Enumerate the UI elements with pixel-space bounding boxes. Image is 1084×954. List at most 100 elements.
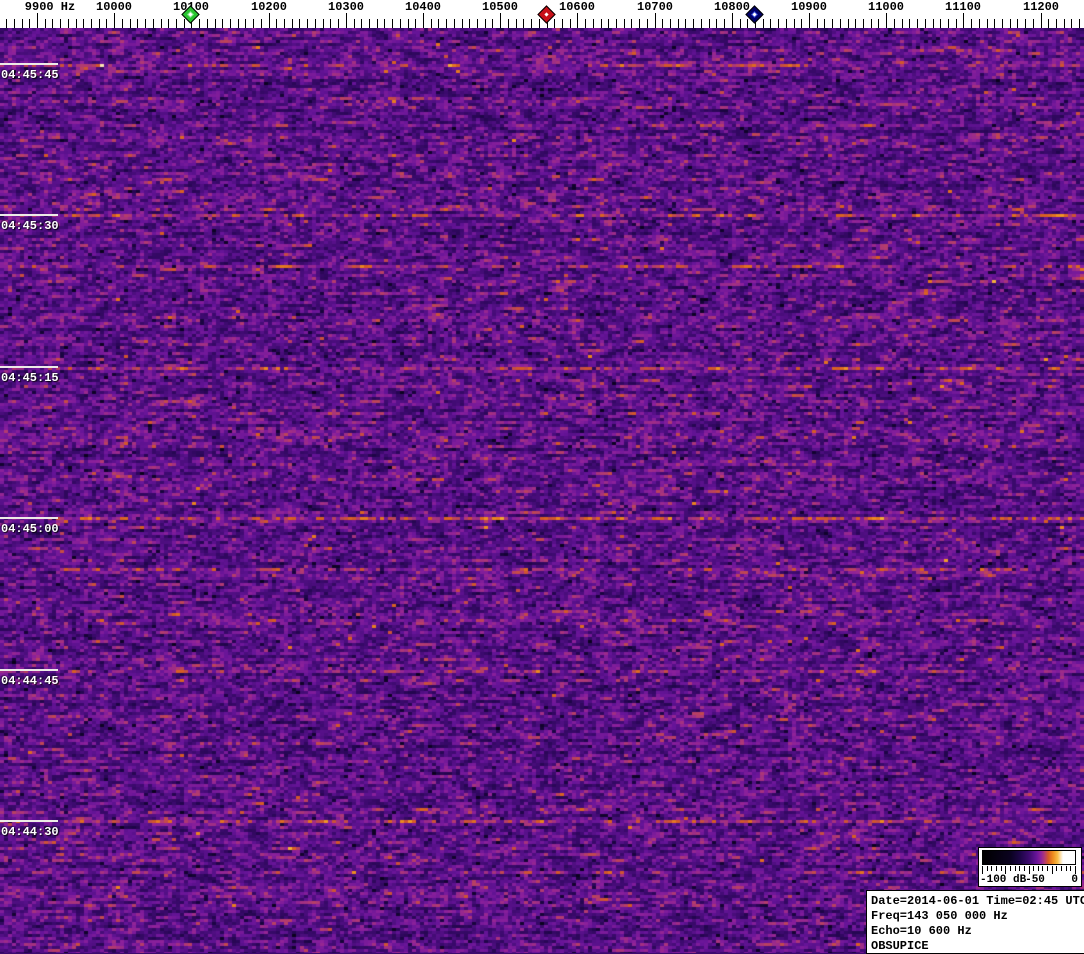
freq-minor-tick <box>763 19 764 28</box>
freq-minor-tick <box>716 19 717 28</box>
info-line-station: OBSUPICE <box>871 939 929 953</box>
freq-minor-tick <box>122 19 123 28</box>
freq-minor-tick <box>261 19 262 28</box>
freq-minor-tick <box>137 19 138 28</box>
legend-tick <box>1075 866 1076 874</box>
freq-major-tick <box>423 13 424 28</box>
freq-minor-tick <box>176 19 177 28</box>
freq-minor-tick <box>68 19 69 28</box>
freq-minor-tick <box>45 19 46 28</box>
time-gridline <box>0 517 58 519</box>
info-line-echo: Echo=10 600 Hz <box>871 924 972 938</box>
freq-minor-tick <box>276 19 277 28</box>
freq-minor-tick <box>469 19 470 28</box>
freq-minor-tick <box>130 19 131 28</box>
legend-tick <box>1010 866 1011 871</box>
legend-tick <box>1001 866 1002 871</box>
freq-major-tick <box>114 13 115 28</box>
spectrogram-waterfall-app: { "chart_data": { "type": "heatmap", "su… <box>0 0 1084 954</box>
freq-minor-tick <box>145 19 146 28</box>
red-diamond-marker[interactable] <box>537 5 556 24</box>
freq-tick-label: 10700 <box>636 0 674 14</box>
freq-minor-tick <box>299 19 300 28</box>
freq-minor-tick <box>462 19 463 28</box>
freq-tick-label: 10200 <box>250 0 288 14</box>
freq-minor-tick <box>477 19 478 28</box>
freq-major-tick <box>809 13 810 28</box>
legend-tick <box>1038 866 1039 871</box>
legend-label-mid-db: -50 <box>1025 874 1045 886</box>
freq-major-tick <box>963 13 964 28</box>
freq-minor-tick <box>361 19 362 28</box>
freq-minor-tick <box>1025 19 1026 28</box>
freq-tick-label: 10000 <box>95 0 133 14</box>
freq-tick-label: 11100 <box>944 0 982 14</box>
freq-minor-tick <box>925 19 926 28</box>
freq-minor-tick <box>354 19 355 28</box>
freq-minor-tick <box>608 19 609 28</box>
time-label: 04:44:45 <box>1 674 59 688</box>
freq-tick-label: 10400 <box>404 0 442 14</box>
time-label: 04:44:30 <box>1 825 59 839</box>
freq-minor-tick <box>685 19 686 28</box>
legend-tick <box>987 866 988 871</box>
waterfall-display[interactable] <box>0 28 1084 953</box>
freq-minor-tick <box>794 19 795 28</box>
freq-minor-tick <box>83 19 84 28</box>
legend-tick <box>1033 866 1034 871</box>
freq-minor-tick <box>508 19 509 28</box>
freq-minor-tick <box>1064 19 1065 28</box>
time-gridline <box>0 63 58 65</box>
legend-color-gradient <box>982 850 1076 865</box>
freq-minor-tick <box>979 19 980 28</box>
freq-minor-tick <box>307 19 308 28</box>
freq-minor-tick <box>454 19 455 28</box>
freq-minor-tick <box>840 19 841 28</box>
time-label: 04:45:15 <box>1 371 59 385</box>
time-gridline <box>0 366 58 368</box>
time-label: 04:45:30 <box>1 219 59 233</box>
freq-minor-tick <box>724 19 725 28</box>
freq-minor-tick <box>485 19 486 28</box>
freq-minor-tick <box>222 19 223 28</box>
legend-tick <box>1042 866 1043 871</box>
freq-major-tick <box>37 13 38 28</box>
freq-minor-tick <box>253 19 254 28</box>
legend-tick <box>996 866 997 871</box>
legend-tick <box>1070 866 1071 871</box>
freq-minor-tick <box>516 19 517 28</box>
legend-tick <box>1005 866 1006 874</box>
freq-minor-tick <box>778 19 779 28</box>
freq-minor-tick <box>22 19 23 28</box>
freq-minor-tick <box>438 19 439 28</box>
freq-minor-tick <box>284 19 285 28</box>
freq-minor-tick <box>585 19 586 28</box>
green-diamond-marker[interactable] <box>181 5 200 24</box>
freq-minor-tick <box>106 19 107 28</box>
legend-tick <box>991 866 992 871</box>
freq-minor-tick <box>91 19 92 28</box>
freq-major-tick <box>500 13 501 28</box>
freq-minor-tick <box>1017 19 1018 28</box>
freq-minor-tick <box>601 19 602 28</box>
legend-tick <box>1066 866 1067 871</box>
freq-minor-tick <box>593 19 594 28</box>
freq-minor-tick <box>624 19 625 28</box>
freq-minor-tick <box>492 19 493 28</box>
freq-major-tick <box>655 13 656 28</box>
freq-minor-tick <box>1048 19 1049 28</box>
freq-minor-tick <box>384 19 385 28</box>
blue-diamond-marker[interactable] <box>745 5 764 24</box>
freq-minor-tick <box>994 19 995 28</box>
freq-minor-tick <box>871 19 872 28</box>
freq-major-tick <box>732 13 733 28</box>
freq-minor-tick <box>315 19 316 28</box>
freq-minor-tick <box>238 19 239 28</box>
freq-minor-tick <box>1079 19 1080 28</box>
freq-minor-tick <box>338 19 339 28</box>
freq-minor-tick <box>933 19 934 28</box>
freq-minor-tick <box>948 19 949 28</box>
time-gridline <box>0 214 58 216</box>
freq-minor-tick <box>940 19 941 28</box>
freq-minor-tick <box>917 19 918 28</box>
